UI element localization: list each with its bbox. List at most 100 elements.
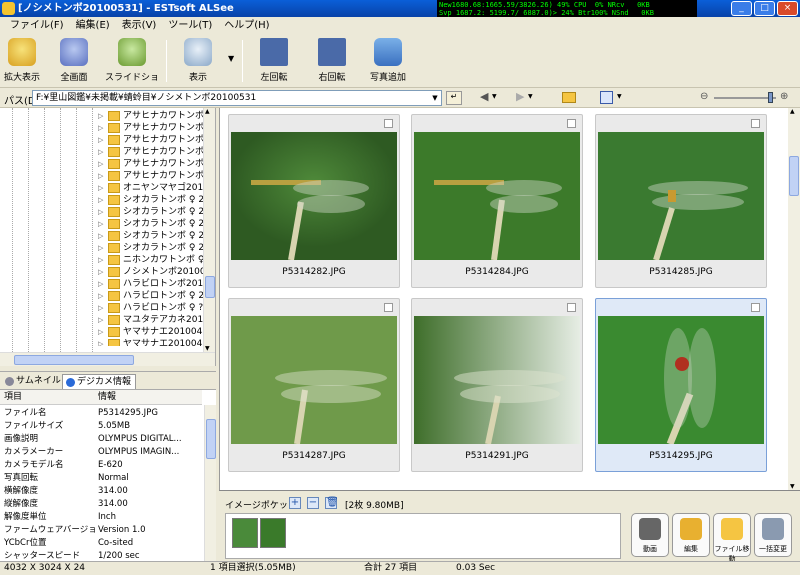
- expand-icon[interactable]: ▷: [98, 290, 103, 302]
- tree-item[interactable]: ▷アサヒナカワトンボ20100: [0, 110, 204, 122]
- tree-item[interactable]: ▷シオカラトンボ ♀ 20100: [0, 242, 204, 254]
- expand-icon[interactable]: ▷: [98, 158, 103, 170]
- thumbnail-item-selected[interactable]: P5314295.JPG: [595, 298, 767, 472]
- tree-item[interactable]: ▷アサヒナカワトンボ褐色: [0, 158, 204, 170]
- rotate-right-button[interactable]: 右回転: [306, 38, 358, 83]
- tree-item[interactable]: ▷シオカラトンボ ♀ 20100: [0, 206, 204, 218]
- tree-item[interactable]: ▷アサヒナカワトンボ ♀ ?: [0, 122, 204, 134]
- thumbnail-item[interactable]: P5314291.JPG: [411, 298, 583, 472]
- menu-tools[interactable]: ツール(T): [162, 17, 218, 34]
- tree-item-selected[interactable]: ▷ノシメトンボ20100531: [0, 266, 204, 278]
- sort-dropdown-icon[interactable]: ▼: [617, 93, 622, 100]
- add-photo-button[interactable]: 写真追加: [362, 38, 414, 83]
- info-scroll-thumb[interactable]: [206, 419, 216, 459]
- tree-item[interactable]: ▷ヤマサナエ20100424: [0, 326, 204, 338]
- expand-icon[interactable]: ▷: [98, 170, 103, 182]
- move-file-button[interactable]: ファイル移動: [713, 513, 751, 563]
- thumbnail-item[interactable]: P5314282.JPG: [228, 114, 400, 288]
- pocket-remove-icon[interactable]: −: [307, 497, 319, 509]
- slider-handle[interactable]: [768, 92, 773, 103]
- tree-item[interactable]: ▷アサヒナカワトンボ褐色: [0, 134, 204, 146]
- zoom-button[interactable]: 拡大表示: [0, 38, 48, 83]
- thumbnail-item[interactable]: P5314285.JPG: [595, 114, 767, 288]
- tree-item[interactable]: ▷マユタテアカネ201005: [0, 314, 204, 326]
- forward-icon[interactable]: ▶: [516, 90, 524, 103]
- expand-icon[interactable]: ▷: [98, 266, 103, 278]
- fullscreen-button[interactable]: 全画面: [48, 38, 100, 83]
- tree-item[interactable]: ▷ヤマサナエ20100424: [0, 338, 204, 346]
- pocket-well[interactable]: [225, 513, 621, 559]
- view-dropdown-icon[interactable]: ▼: [228, 54, 234, 63]
- maximize-icon[interactable]: □: [754, 1, 775, 16]
- back-icon[interactable]: ◀: [480, 90, 488, 103]
- pocket-thumbnail[interactable]: [232, 518, 258, 548]
- expand-icon[interactable]: ▷: [98, 230, 103, 242]
- scroll-up-icon[interactable]: ▲: [790, 108, 795, 115]
- expand-icon[interactable]: ▷: [98, 134, 103, 146]
- col-key-header[interactable]: 項目: [4, 390, 22, 405]
- tree-hscroll-thumb[interactable]: [14, 355, 134, 365]
- tree-item[interactable]: ▷ハラビロトンボ ♀ 20100: [0, 290, 204, 302]
- menu-file[interactable]: ファイル(F): [4, 17, 70, 34]
- tree-item[interactable]: ▷シオカラトンボ ♀ 20100: [0, 230, 204, 242]
- tree-item[interactable]: ▷シオカラトンボ ♀ 20100: [0, 218, 204, 230]
- expand-icon[interactable]: ▷: [98, 326, 103, 338]
- photo-thumbnail[interactable]: [231, 132, 397, 260]
- pocket-thumbnail[interactable]: [260, 518, 286, 548]
- go-button[interactable]: ↵: [446, 91, 462, 105]
- tree-item[interactable]: ▷オニヤンマヤゴ201004: [0, 182, 204, 194]
- pocket-add-icon[interactable]: +: [289, 497, 301, 509]
- close-icon[interactable]: ×: [777, 1, 798, 16]
- tree-item[interactable]: ▷シオカラトンボ ♀ 20100: [0, 194, 204, 206]
- expand-icon[interactable]: ▷: [98, 242, 103, 254]
- zoom-in-icon[interactable]: ⊕: [780, 91, 788, 102]
- tree-item[interactable]: ▷ハラビロトンボ2010051: [0, 278, 204, 290]
- back-dropdown-icon[interactable]: ▼: [492, 93, 497, 100]
- expand-icon[interactable]: ▷: [98, 206, 103, 218]
- tree-scrollbar[interactable]: ▲ ▼: [203, 108, 215, 352]
- menu-help[interactable]: ヘルプ(H): [218, 17, 275, 34]
- expand-icon[interactable]: ▷: [98, 218, 103, 230]
- view-button[interactable]: 表示: [172, 38, 224, 83]
- tree-item[interactable]: ▷アサヒナカワトンボ褐色: [0, 146, 204, 158]
- expand-icon[interactable]: ▷: [98, 110, 103, 122]
- tree-scroll-thumb[interactable]: [205, 276, 215, 298]
- menu-edit[interactable]: 編集(E): [70, 17, 116, 34]
- sort-icon[interactable]: [600, 91, 613, 104]
- grid-scrollbar[interactable]: ▲ ▼: [788, 108, 800, 490]
- tree-item[interactable]: ▷アサヒナカワトンボ透明: [0, 170, 204, 182]
- minimize-icon[interactable]: _: [731, 1, 752, 16]
- photo-thumbnail[interactable]: [414, 132, 580, 260]
- tab-thumbnail[interactable]: サムネイル: [2, 374, 65, 389]
- forward-dropdown-icon[interactable]: ▼: [528, 93, 533, 100]
- grid-scroll-thumb[interactable]: [789, 156, 799, 196]
- expand-icon[interactable]: ▷: [98, 122, 103, 134]
- expand-icon[interactable]: ▷: [98, 254, 103, 266]
- pocket-delete-icon[interactable]: 🗑: [325, 497, 339, 509]
- col-value-header[interactable]: 情報: [98, 390, 116, 405]
- scroll-up-icon[interactable]: ▲: [205, 108, 210, 115]
- expand-icon[interactable]: ▷: [98, 194, 103, 206]
- zoom-out-icon[interactable]: ⊖: [700, 91, 708, 102]
- path-input[interactable]: F:¥里山図鑑¥未掲載¥蜻蛉目¥ノシメトンボ20100531 ▼: [32, 90, 442, 106]
- parent-folder-icon[interactable]: [562, 92, 576, 103]
- thumbnail-item[interactable]: P5314287.JPG: [228, 298, 400, 472]
- expand-icon[interactable]: ▷: [98, 182, 103, 194]
- scroll-down-icon[interactable]: ▼: [790, 483, 795, 490]
- tree-item[interactable]: ▷ニホンカワトンボ ♀ ? 2: [0, 254, 204, 266]
- expand-icon[interactable]: ▷: [98, 302, 103, 314]
- photo-thumbnail[interactable]: [598, 132, 764, 260]
- thumb-size-slider[interactable]: [714, 97, 776, 99]
- thumbnail-item[interactable]: P5314284.JPG: [411, 114, 583, 288]
- expand-icon[interactable]: ▷: [98, 314, 103, 326]
- batch-change-button[interactable]: 一括変更: [754, 513, 792, 557]
- menu-view[interactable]: 表示(V): [116, 17, 163, 34]
- tree-hscrollbar[interactable]: [0, 352, 215, 366]
- photo-thumbnail[interactable]: [231, 316, 397, 444]
- photo-thumbnail[interactable]: [598, 316, 764, 444]
- video-button[interactable]: 動画: [631, 513, 669, 557]
- photo-thumbnail[interactable]: [414, 316, 580, 444]
- expand-icon[interactable]: ▷: [98, 146, 103, 158]
- expand-icon[interactable]: ▷: [98, 338, 103, 346]
- tree-item[interactable]: ▷ハラビロトンボ ♀ ? 201: [0, 302, 204, 314]
